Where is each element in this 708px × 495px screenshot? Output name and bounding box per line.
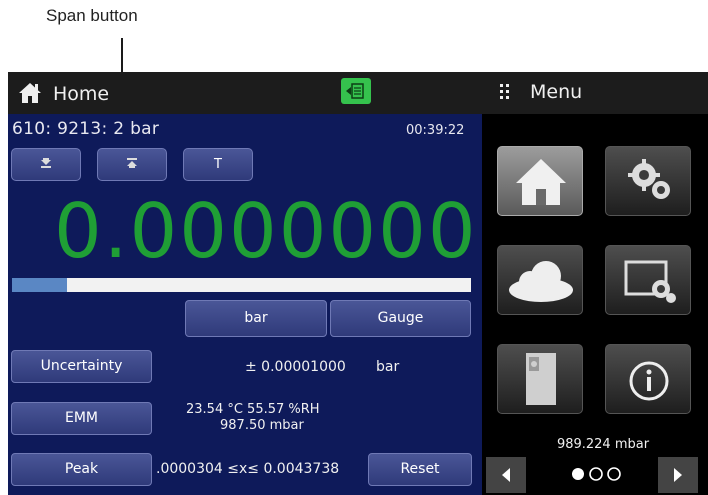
sensor-id: 610: 9213: 2 bar [12,119,160,139]
zero-icon [41,158,51,168]
page-title: Home [53,83,110,105]
page-indicator [572,467,621,481]
channel-panel: 610: 9213: 2 bar 00:39:22 T 0.0000000 ba… [8,114,482,495]
menu-next-button[interactable] [658,457,698,493]
status-indicator-button[interactable] [341,78,371,104]
barometer-reading: 989.224 mbar [556,437,650,452]
mode-button[interactable]: Gauge [330,300,471,337]
page-dot[interactable] [607,467,621,481]
cloud-icon [509,261,573,302]
chevron-left-icon [502,468,510,482]
annotation-crop [0,0,708,6]
menu-title: Menu [530,81,583,103]
home-icon[interactable] [18,82,42,104]
menu-header: Menu [482,72,708,114]
chevron-right-icon [674,468,682,482]
reset-button[interactable]: Reset [368,453,472,486]
page-dot[interactable] [589,467,603,481]
display-settings-tile[interactable] [605,245,691,315]
info-tile[interactable] [605,344,691,414]
span-button[interactable] [97,148,167,181]
tare-button[interactable]: T [183,148,253,181]
info-icon [629,361,669,401]
storage-tile[interactable] [497,344,583,414]
menu-grid-icon[interactable] [500,84,510,100]
emm-environment: 23.54 °C 55.57 %RH [186,402,320,417]
zero-button[interactable] [11,148,81,181]
span-icon [127,158,137,168]
peak-button[interactable]: Peak [11,453,152,486]
display-settings-icon [624,260,676,303]
settings-tile[interactable] [605,146,691,216]
menu-prev-button[interactable] [486,457,526,493]
range-bar-fill [12,278,68,292]
uncertainty-value: ± 0.00001000 [245,359,346,375]
device-screen: Home Menu 610: 9213: 2 bar 00:39:22 T 0.… [8,72,708,495]
cloud-tile[interactable] [497,245,583,315]
unit-button[interactable]: bar [185,300,327,337]
storage-icon [526,353,556,405]
uncertainty-unit: bar [376,359,400,375]
annotation-label: Span button [46,6,138,25]
uncertainty-button[interactable]: Uncertainty [11,350,152,383]
emm-pressure: 987.50 mbar [220,418,304,433]
pressure-reading: 0.0000000 [54,187,478,275]
top-bar: Home [8,72,482,114]
peak-range: .0000304 ≤x≤ 0.0043738 [156,461,340,477]
range-bar [12,278,471,292]
clock: 00:39:22 [406,123,465,138]
home-icon [516,159,566,205]
gears-icon [628,159,670,199]
page-dot[interactable] [572,468,584,480]
emm-button[interactable]: EMM [11,402,152,435]
log-icon [346,83,364,99]
home-tile[interactable] [497,146,583,216]
